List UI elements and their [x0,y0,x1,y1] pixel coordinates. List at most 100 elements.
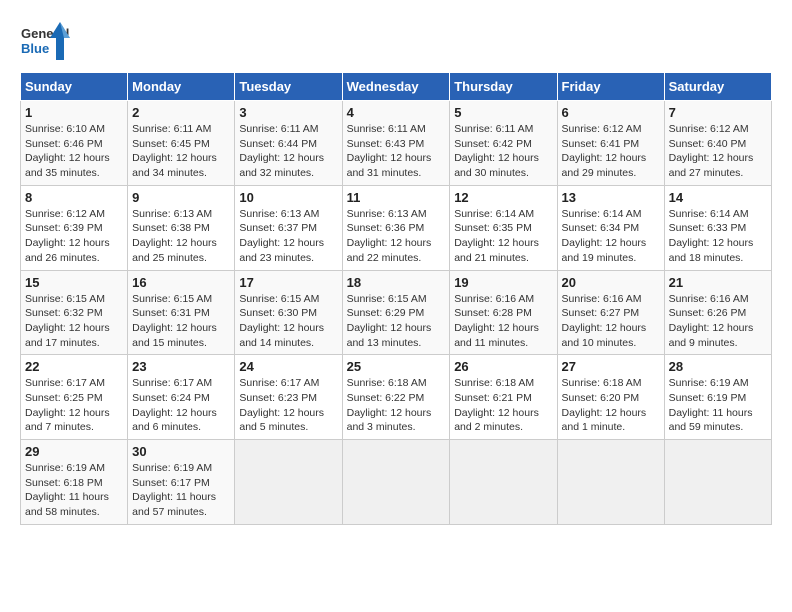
calendar-cell: 19 Sunrise: 6:16 AMSunset: 6:28 PMDaylig… [450,270,557,355]
calendar-cell: 11 Sunrise: 6:13 AMSunset: 6:36 PMDaylig… [342,185,450,270]
calendar-cell: 24 Sunrise: 6:17 AMSunset: 6:23 PMDaylig… [235,355,342,440]
day-info: Sunrise: 6:11 AMSunset: 6:45 PMDaylight:… [132,123,217,179]
day-number: 29 [25,444,123,459]
day-info: Sunrise: 6:15 AMSunset: 6:32 PMDaylight:… [25,293,110,349]
calendar-cell: 4 Sunrise: 6:11 AMSunset: 6:43 PMDayligh… [342,101,450,186]
day-info: Sunrise: 6:11 AMSunset: 6:43 PMDaylight:… [347,123,432,179]
calendar-cell: 14 Sunrise: 6:14 AMSunset: 6:33 PMDaylig… [664,185,771,270]
calendar-cell: 13 Sunrise: 6:14 AMSunset: 6:34 PMDaylig… [557,185,664,270]
calendar-cell: 16 Sunrise: 6:15 AMSunset: 6:31 PMDaylig… [128,270,235,355]
day-info: Sunrise: 6:15 AMSunset: 6:31 PMDaylight:… [132,293,217,349]
calendar-cell: 8 Sunrise: 6:12 AMSunset: 6:39 PMDayligh… [21,185,128,270]
day-number: 16 [132,275,230,290]
day-info: Sunrise: 6:16 AMSunset: 6:27 PMDaylight:… [562,293,647,349]
day-number: 3 [239,105,337,120]
day-number: 1 [25,105,123,120]
calendar-week-2: 8 Sunrise: 6:12 AMSunset: 6:39 PMDayligh… [21,185,772,270]
day-number: 9 [132,190,230,205]
col-thursday: Thursday [450,73,557,101]
day-info: Sunrise: 6:17 AMSunset: 6:24 PMDaylight:… [132,377,217,433]
calendar-cell: 9 Sunrise: 6:13 AMSunset: 6:38 PMDayligh… [128,185,235,270]
day-number: 7 [669,105,767,120]
day-info: Sunrise: 6:13 AMSunset: 6:37 PMDaylight:… [239,208,324,264]
day-number: 27 [562,359,660,374]
col-friday: Friday [557,73,664,101]
day-info: Sunrise: 6:12 AMSunset: 6:41 PMDaylight:… [562,123,647,179]
calendar-week-3: 15 Sunrise: 6:15 AMSunset: 6:32 PMDaylig… [21,270,772,355]
day-info: Sunrise: 6:18 AMSunset: 6:20 PMDaylight:… [562,377,647,433]
day-info: Sunrise: 6:17 AMSunset: 6:23 PMDaylight:… [239,377,324,433]
calendar-cell: 12 Sunrise: 6:14 AMSunset: 6:35 PMDaylig… [450,185,557,270]
logo-svg: General Blue [20,20,70,62]
day-info: Sunrise: 6:16 AMSunset: 6:28 PMDaylight:… [454,293,539,349]
day-info: Sunrise: 6:12 AMSunset: 6:39 PMDaylight:… [25,208,110,264]
day-number: 5 [454,105,552,120]
day-number: 11 [347,190,446,205]
day-number: 23 [132,359,230,374]
day-number: 26 [454,359,552,374]
col-tuesday: Tuesday [235,73,342,101]
calendar-cell: 26 Sunrise: 6:18 AMSunset: 6:21 PMDaylig… [450,355,557,440]
calendar-cell [664,440,771,525]
calendar-cell: 22 Sunrise: 6:17 AMSunset: 6:25 PMDaylig… [21,355,128,440]
calendar-week-5: 29 Sunrise: 6:19 AMSunset: 6:18 PMDaylig… [21,440,772,525]
day-number: 22 [25,359,123,374]
calendar-cell [342,440,450,525]
col-saturday: Saturday [664,73,771,101]
day-info: Sunrise: 6:16 AMSunset: 6:26 PMDaylight:… [669,293,754,349]
calendar-cell: 20 Sunrise: 6:16 AMSunset: 6:27 PMDaylig… [557,270,664,355]
calendar-week-4: 22 Sunrise: 6:17 AMSunset: 6:25 PMDaylig… [21,355,772,440]
svg-text:Blue: Blue [21,41,49,56]
day-info: Sunrise: 6:19 AMSunset: 6:19 PMDaylight:… [669,377,753,433]
calendar-cell [235,440,342,525]
calendar-cell: 2 Sunrise: 6:11 AMSunset: 6:45 PMDayligh… [128,101,235,186]
day-info: Sunrise: 6:11 AMSunset: 6:42 PMDaylight:… [454,123,539,179]
day-number: 28 [669,359,767,374]
day-info: Sunrise: 6:17 AMSunset: 6:25 PMDaylight:… [25,377,110,433]
calendar-cell: 6 Sunrise: 6:12 AMSunset: 6:41 PMDayligh… [557,101,664,186]
logo: General Blue [20,20,70,62]
day-info: Sunrise: 6:19 AMSunset: 6:17 PMDaylight:… [132,462,216,518]
day-info: Sunrise: 6:13 AMSunset: 6:38 PMDaylight:… [132,208,217,264]
day-info: Sunrise: 6:15 AMSunset: 6:30 PMDaylight:… [239,293,324,349]
day-info: Sunrise: 6:15 AMSunset: 6:29 PMDaylight:… [347,293,432,349]
calendar-cell [450,440,557,525]
calendar-table: Sunday Monday Tuesday Wednesday Thursday… [20,72,772,525]
day-number: 25 [347,359,446,374]
day-info: Sunrise: 6:19 AMSunset: 6:18 PMDaylight:… [25,462,109,518]
calendar-cell [557,440,664,525]
col-monday: Monday [128,73,235,101]
calendar-cell: 30 Sunrise: 6:19 AMSunset: 6:17 PMDaylig… [128,440,235,525]
day-number: 18 [347,275,446,290]
calendar-cell: 25 Sunrise: 6:18 AMSunset: 6:22 PMDaylig… [342,355,450,440]
day-number: 6 [562,105,660,120]
day-number: 4 [347,105,446,120]
day-number: 30 [132,444,230,459]
day-number: 2 [132,105,230,120]
calendar-week-1: 1 Sunrise: 6:10 AMSunset: 6:46 PMDayligh… [21,101,772,186]
day-info: Sunrise: 6:14 AMSunset: 6:34 PMDaylight:… [562,208,647,264]
day-number: 19 [454,275,552,290]
col-sunday: Sunday [21,73,128,101]
calendar-cell: 15 Sunrise: 6:15 AMSunset: 6:32 PMDaylig… [21,270,128,355]
day-number: 21 [669,275,767,290]
day-number: 12 [454,190,552,205]
col-wednesday: Wednesday [342,73,450,101]
day-number: 13 [562,190,660,205]
calendar-cell: 23 Sunrise: 6:17 AMSunset: 6:24 PMDaylig… [128,355,235,440]
day-number: 8 [25,190,123,205]
day-number: 17 [239,275,337,290]
day-info: Sunrise: 6:14 AMSunset: 6:35 PMDaylight:… [454,208,539,264]
calendar-cell: 1 Sunrise: 6:10 AMSunset: 6:46 PMDayligh… [21,101,128,186]
page-header: General Blue [20,20,772,62]
calendar-cell: 18 Sunrise: 6:15 AMSunset: 6:29 PMDaylig… [342,270,450,355]
calendar-cell: 17 Sunrise: 6:15 AMSunset: 6:30 PMDaylig… [235,270,342,355]
day-info: Sunrise: 6:10 AMSunset: 6:46 PMDaylight:… [25,123,110,179]
day-info: Sunrise: 6:11 AMSunset: 6:44 PMDaylight:… [239,123,324,179]
calendar-cell: 10 Sunrise: 6:13 AMSunset: 6:37 PMDaylig… [235,185,342,270]
day-number: 15 [25,275,123,290]
day-info: Sunrise: 6:18 AMSunset: 6:22 PMDaylight:… [347,377,432,433]
calendar-cell: 27 Sunrise: 6:18 AMSunset: 6:20 PMDaylig… [557,355,664,440]
calendar-cell: 5 Sunrise: 6:11 AMSunset: 6:42 PMDayligh… [450,101,557,186]
calendar-cell: 28 Sunrise: 6:19 AMSunset: 6:19 PMDaylig… [664,355,771,440]
